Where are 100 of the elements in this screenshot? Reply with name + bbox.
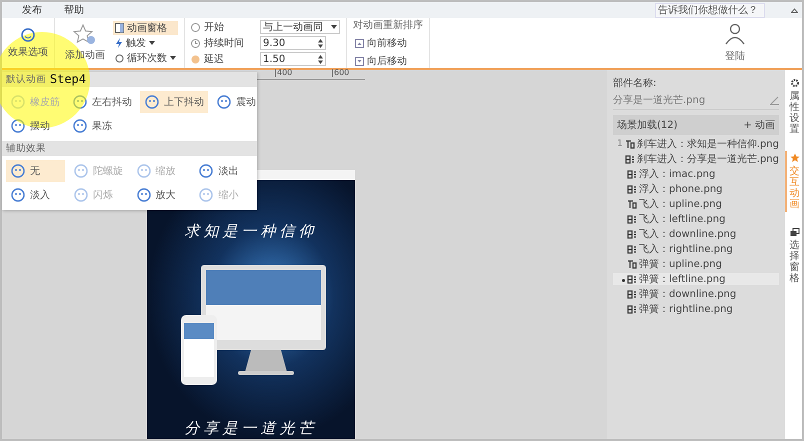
animation-label: 浮入：imac.png [639,168,716,181]
step-number: 1 [617,139,623,149]
animation-label: 浮入：phone.png [639,182,723,196]
group-title: 对动画重新排序 [353,18,423,32]
animation-list-item[interactable]: 刹车进入：分享是一道光芒.png [613,153,779,165]
block-icon [627,304,637,314]
section-header: 辅助效果 [2,141,257,156]
effect-icon [72,118,88,134]
animation-list-item[interactable]: 浮入：phone.png [613,183,779,195]
block-icon [627,230,637,238]
star-icon [73,24,97,46]
effect-option[interactable]: 淡入 [6,184,65,206]
spinner-arrows-icon [318,38,323,48]
lightning-icon [115,38,123,48]
block-icon [627,184,637,194]
search-field[interactable]: 告诉我们你想做什么？ [655,2,765,18]
animation-list-item[interactable]: 浮入：imac.png [613,168,779,180]
effect-icon [198,187,214,203]
loop-count-dropdown[interactable]: 循环次数 [113,51,178,65]
poster-headline[interactable]: 求知是一种信仰 [184,222,318,241]
animation-label: 弹簧：downline.png [639,288,736,301]
menu-item[interactable]: 帮助 [64,3,84,17]
effect-icon [198,163,214,179]
bullet-icon [622,278,625,282]
block-icon [627,170,637,178]
start-dropdown[interactable]: 与上一动画同 [260,20,340,34]
effect-option[interactable]: 上下抖动 [140,91,208,113]
effect-option[interactable]: 左右抖动 [68,91,136,113]
windows-icon [790,228,800,237]
animation-list-item[interactable]: 飞入：upline.png [613,198,779,210]
list-title: 场景加载(12) [617,118,678,132]
duration-spinner[interactable]: 9.30 [260,36,326,50]
effect-icon [72,187,89,203]
component-name-value: 分享是一道光芒.png [613,94,706,107]
trigger-dropdown[interactable]: 触发 [113,36,178,50]
caret-icon [170,56,176,60]
animation-label: 刹车进入：分享是一道光芒.png [636,152,779,166]
block-icon [627,274,637,284]
poster-tagline[interactable]: 分享是一道光芒 [184,419,318,438]
effect-option[interactable]: 震动 [212,91,260,113]
effect-option[interactable]: 无 [6,160,65,182]
component-name-label: 部件名称: [613,76,658,90]
down-icon [355,56,364,66]
effect-icon [216,94,232,110]
effect-icon [144,94,160,110]
animation-list-item[interactable]: 弹簧：upline.png [613,258,779,270]
animation-list-item[interactable]: 1 刹车进入：求知是一种信仰.png [613,138,779,150]
animation-label: 飞入：rightline.png [639,242,733,256]
effect-icon [136,187,152,203]
delay-spinner[interactable]: 1.50 [260,52,326,66]
block-icon [627,290,637,298]
animation-list-item[interactable]: 弹簧：leftline.png [613,273,779,285]
login-button[interactable]: 登陆 [718,18,752,68]
move-forward-button[interactable]: 向前移动 [353,36,423,50]
animation-list-item[interactable]: 飞入：rightline.png [613,243,779,255]
side-tab[interactable]: 选择窗格 [785,226,802,286]
caret-icon [331,25,337,29]
side-tab[interactable]: 属性设置 [785,76,802,137]
smiley-icon [20,27,36,43]
animation-label: 弹簧：rightline.png [639,302,733,316]
effect-icon [72,163,89,179]
animation-label: 飞入：upline.png [639,198,722,211]
duration-label: 持续时间 [204,36,245,50]
block-icon [627,244,637,254]
effect-option[interactable]: 果冻 [68,115,136,137]
add-animation-link[interactable]: + 动画 [743,118,775,132]
block-icon [624,154,635,164]
animation-pane-toggle[interactable]: 动画窗格 [113,21,178,35]
animation-label: 弹簧：leftline.png [639,272,726,286]
start-label: 开始 [204,21,225,34]
collapse-icon[interactable] [791,8,798,12]
trigger-icon [627,200,637,208]
animation-label: 弹簧：upline.png [639,258,722,271]
trigger-icon [624,140,635,148]
effect-icon [10,118,26,134]
trigger-icon [627,260,637,268]
delay-label: 延迟 [204,53,225,66]
animation-label: 飞入：downline.png [639,228,736,241]
animation-list-item[interactable]: 飞入：downline.png [613,228,779,240]
animation-list-item[interactable]: 弹簧：downline.png [613,288,779,300]
effect-option[interactable]: 淡出 [194,160,253,182]
caret-icon [149,41,155,45]
menu-item[interactable]: 发布 [22,3,42,17]
move-backward-button[interactable]: 向后移动 [353,54,423,68]
spinner-arrows-icon [318,54,323,64]
animation-label: 飞入：leftline.png [639,212,726,226]
effect-icon [72,94,88,110]
animation-list-item[interactable]: 弹簧：rightline.png [613,303,779,315]
animation-label: 刹车进入：求知是一种信仰.png [636,138,779,151]
pane-icon [115,23,124,33]
effect-icon [10,163,26,179]
settings-icon [790,78,800,88]
up-icon [355,38,364,48]
user-icon [724,23,746,45]
animation-list-item[interactable]: 飞入：leftline.png [613,213,779,225]
effect-options-button[interactable]: 效果选项 [4,27,52,59]
effect-icon [136,163,152,179]
star-icon [790,153,800,163]
effect-icon [10,187,26,203]
effect-option[interactable]: 放大 [132,184,190,206]
